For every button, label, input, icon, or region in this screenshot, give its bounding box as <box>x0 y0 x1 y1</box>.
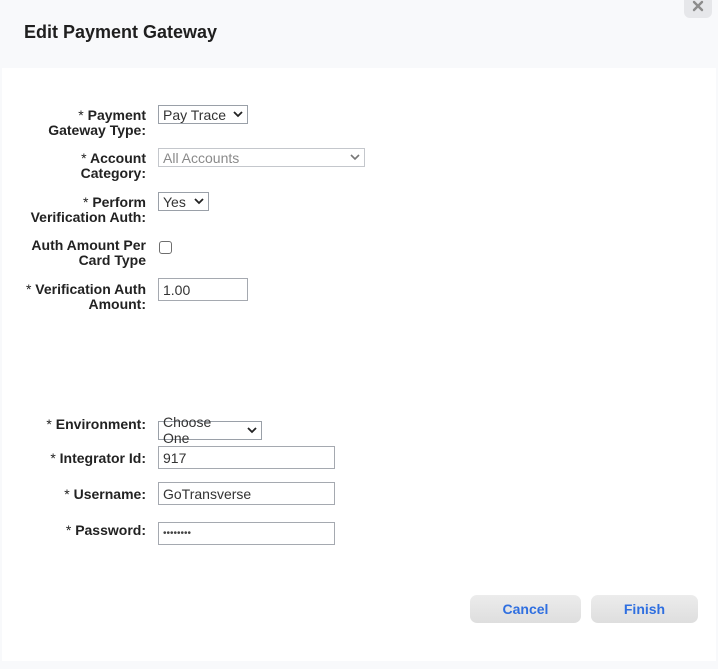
perform-verification-auth-label: * Perform Verification Auth: <box>30 194 146 225</box>
chevron-down-icon <box>233 111 243 118</box>
dialog-header: Edit Payment Gateway <box>0 0 718 68</box>
auth-amount-per-card-type-label: Auth Amount Per Card Type <box>31 237 146 268</box>
verification-auth-amount-label: * Verification Auth Amount: <box>25 281 146 312</box>
password-label: * Password: <box>65 522 146 538</box>
chevron-down-icon <box>350 154 360 161</box>
account-category-label: * Account Category: <box>80 150 146 181</box>
close-button[interactable] <box>684 0 712 18</box>
username-label: * Username: <box>64 486 146 502</box>
account-category-select[interactable]: All Accounts <box>158 148 365 167</box>
payment-gateway-type-select[interactable]: Pay Trace <box>158 105 248 124</box>
password-input[interactable]: •••••••• <box>158 522 335 545</box>
perform-verification-auth-select[interactable]: Yes <box>158 192 209 211</box>
payment-gateway-type-label: * Payment Gateway Type: <box>48 107 146 138</box>
cancel-button[interactable]: Cancel <box>470 595 581 623</box>
dialog-title: Edit Payment Gateway <box>24 22 218 42</box>
environment-select[interactable]: Choose One <box>158 414 262 446</box>
chevron-down-icon <box>194 198 204 205</box>
auth-amount-per-card-type-checkbox[interactable] <box>159 241 172 254</box>
chevron-down-icon <box>247 426 257 434</box>
integrator-id-input[interactable]: 917 <box>158 446 335 469</box>
username-input[interactable]: GoTransverse <box>158 482 335 505</box>
finish-button[interactable]: Finish <box>591 595 698 623</box>
integrator-id-label: * Integrator Id: <box>50 450 146 466</box>
verification-auth-amount-input[interactable]: 1.00 <box>158 278 248 301</box>
dialog-body: * Payment Gateway Type: Pay Trace * Acco… <box>2 68 716 661</box>
close-icon <box>692 0 704 12</box>
environment-label: * Environment: <box>46 416 146 432</box>
